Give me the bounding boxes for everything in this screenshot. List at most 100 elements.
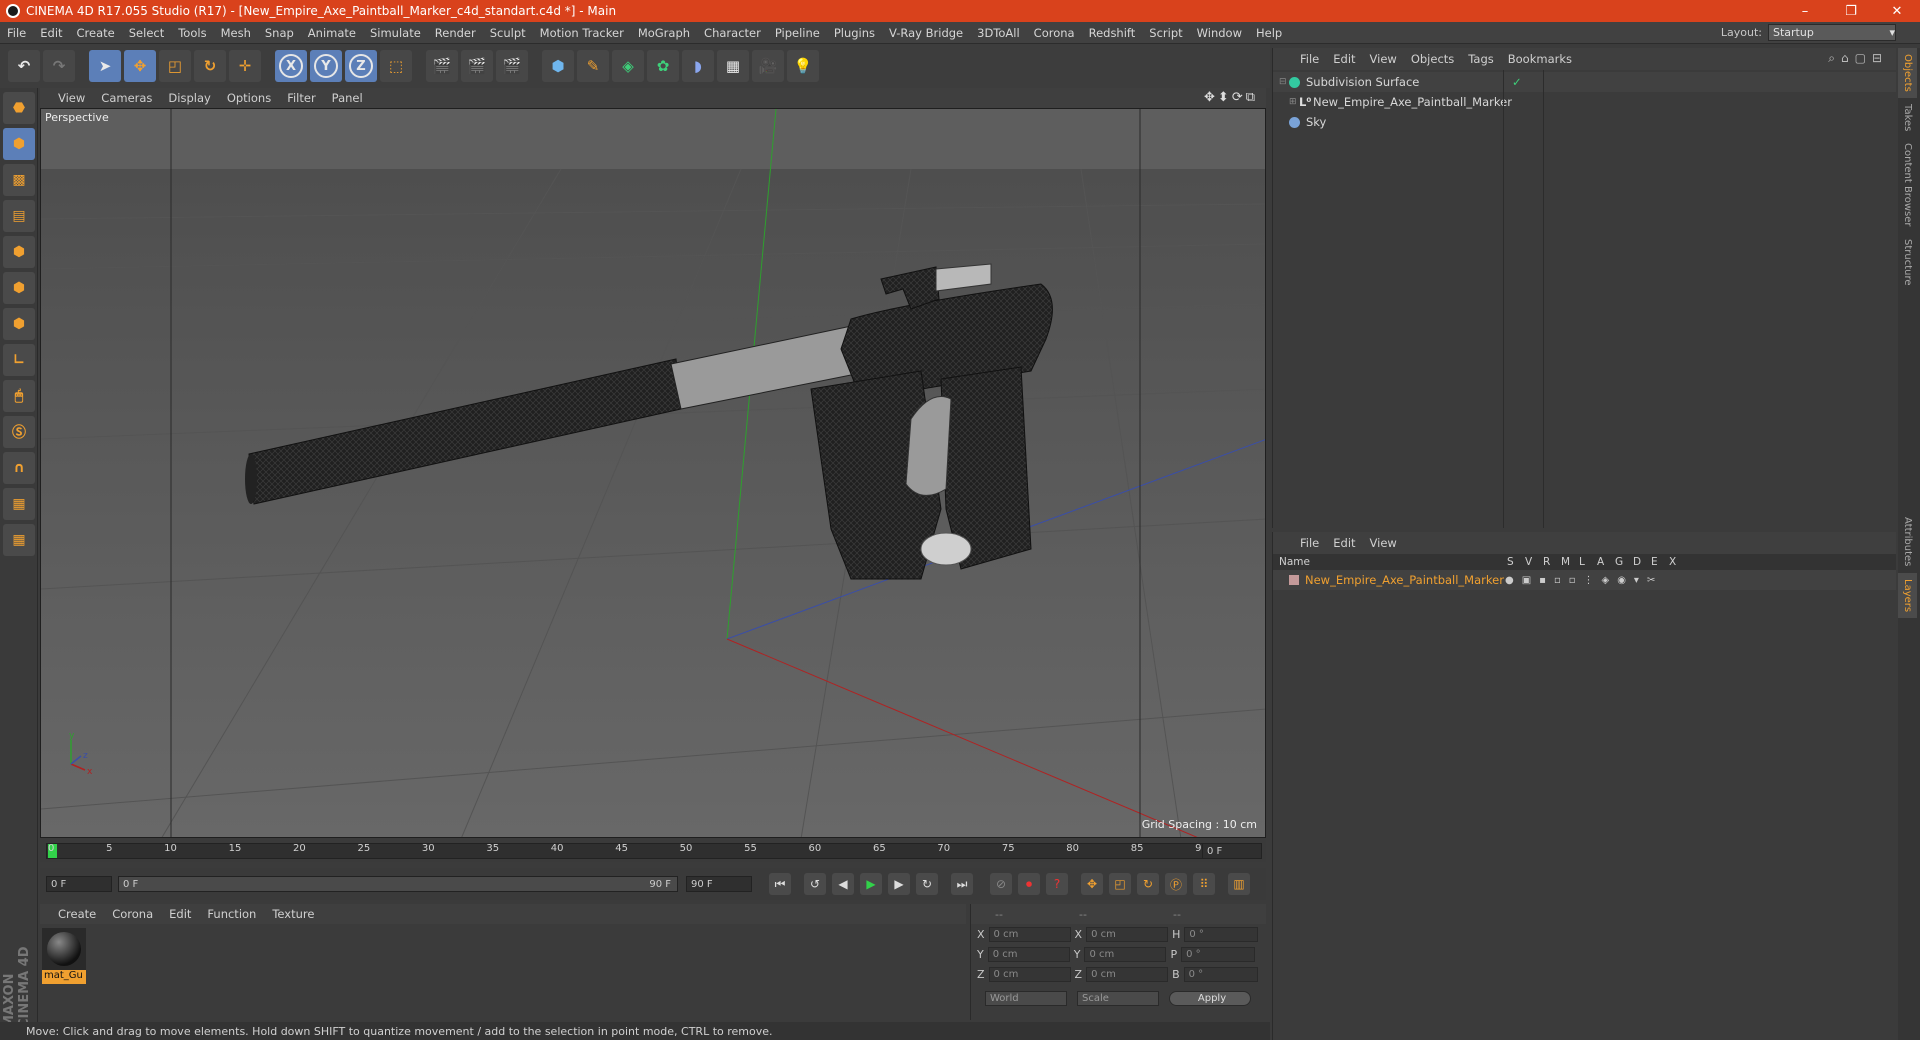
size-mode-dropdown[interactable]: Scale	[1077, 990, 1159, 1006]
objects-menu-tags[interactable]: Tags	[1461, 52, 1500, 66]
add-subdivision-button[interactable]: ◈	[612, 50, 644, 82]
render-to-picture-viewer-button[interactable]: 🎬	[461, 50, 493, 82]
menu-simulate[interactable]: Simulate	[363, 26, 428, 40]
scale-tool-button[interactable]: ◰	[159, 50, 191, 82]
render-view-button[interactable]: 🎬	[426, 50, 458, 82]
position-z-field[interactable]: 0 cm	[988, 966, 1071, 982]
record-keys-button[interactable]: ⏺	[1018, 873, 1040, 895]
menu-sculpt[interactable]: Sculpt	[483, 26, 533, 40]
objects-menu-bookmarks[interactable]: Bookmarks	[1501, 52, 1579, 66]
key-parameter-button[interactable]: Ⓟ	[1165, 873, 1187, 895]
add-camera-button[interactable]: 🎥	[752, 50, 784, 82]
model-mode-button[interactable]: ⬢	[3, 128, 35, 160]
texture-mode-button[interactable]: ▩	[3, 164, 35, 196]
close-button[interactable]: ✕	[1874, 0, 1920, 22]
menu-pipeline[interactable]: Pipeline	[768, 26, 827, 40]
menu-3dtoall[interactable]: 3DToAll	[970, 26, 1027, 40]
add-mograph-button[interactable]: ✿	[647, 50, 679, 82]
checkmark-icon[interactable]: ✓	[1512, 75, 1522, 89]
menu-character[interactable]: Character	[697, 26, 768, 40]
key-pla-button[interactable]: ⠿	[1193, 873, 1215, 895]
objects-menu-view[interactable]: View	[1363, 52, 1404, 66]
edit-render-settings-button[interactable]: 🎬	[496, 50, 528, 82]
rotate-tool-button[interactable]: ↻	[194, 50, 226, 82]
autokey-button[interactable]: ?	[1046, 873, 1068, 895]
menu-animate[interactable]: Animate	[301, 26, 363, 40]
menu-mesh[interactable]: Mesh	[214, 26, 258, 40]
position-x-field[interactable]: 0 cm	[988, 926, 1071, 942]
collapse-icon[interactable]: ⊟	[1279, 77, 1289, 87]
motion-path-button[interactable]: ⊘	[990, 873, 1012, 895]
redo-button[interactable]: ↷	[43, 50, 75, 82]
layers-menu-file[interactable]: File	[1293, 536, 1326, 550]
menu-mograph[interactable]: MoGraph	[631, 26, 697, 40]
layer-color-swatch[interactable]	[1289, 575, 1299, 585]
menu-create[interactable]: Create	[70, 26, 122, 40]
menu-tools[interactable]: Tools	[171, 26, 213, 40]
objects-menu-objects[interactable]: Objects	[1404, 52, 1461, 66]
timeline-ruler[interactable]: 0 5 10 15 20 25 30 35 40 45 50 55 60 65 …	[40, 840, 1266, 862]
viewport-menu-filter[interactable]: Filter	[279, 91, 323, 105]
next-key-button[interactable]: ↻	[916, 873, 938, 895]
menu-window[interactable]: Window	[1190, 26, 1249, 40]
menu-select[interactable]: Select	[122, 26, 171, 40]
layout-dropdown[interactable]: Startup ▾	[1768, 24, 1896, 41]
apply-button[interactable]: Apply	[1169, 990, 1251, 1006]
viewport-menu-display[interactable]: Display	[160, 91, 218, 105]
maximize-button[interactable]: ❐	[1828, 0, 1874, 22]
tab-attributes[interactable]: Attributes	[1898, 511, 1917, 572]
coordinate-system-button[interactable]: ⬚	[380, 50, 412, 82]
go-to-end-button[interactable]: ⏭	[951, 873, 973, 895]
undo-button[interactable]: ↶	[8, 50, 40, 82]
object-row-subdivision[interactable]: ⊟ Subdivision Surface ✓	[1273, 72, 1896, 92]
viewport-menu-options[interactable]: Options	[219, 91, 279, 105]
timeline-window-button[interactable]: ▥	[1228, 873, 1250, 895]
key-position-button[interactable]: ✥	[1081, 873, 1103, 895]
perspective-viewport[interactable]: y x z Perspective Grid Spacing : 10 cm	[40, 108, 1266, 838]
tab-layers[interactable]: Layers	[1898, 572, 1917, 618]
menu-snap[interactable]: Snap	[258, 26, 301, 40]
lock-workplane-button[interactable]: ▦	[3, 488, 35, 520]
menu-plugins[interactable]: Plugins	[827, 26, 882, 40]
menu-script[interactable]: Script	[1142, 26, 1189, 40]
object-row-sky[interactable]: Sky	[1273, 112, 1896, 132]
tab-objects[interactable]: Objects	[1898, 48, 1917, 98]
key-rotation-button[interactable]: ↻	[1137, 873, 1159, 895]
layers-menu-edit[interactable]: Edit	[1326, 536, 1362, 550]
menu-redshift[interactable]: Redshift	[1082, 26, 1143, 40]
viewport-menu-view[interactable]: View	[50, 91, 93, 105]
tab-content-browser[interactable]: Content Browser	[1898, 137, 1917, 232]
search-home-icons[interactable]: ⌕⌂▢⊟	[1828, 51, 1888, 66]
magnet-button[interactable]: ∩	[3, 452, 35, 484]
go-to-start-button[interactable]: ⏮	[769, 873, 791, 895]
material-menu-edit[interactable]: Edit	[161, 907, 199, 921]
add-cube-button[interactable]: ⬢	[542, 50, 574, 82]
minimize-button[interactable]: –	[1782, 0, 1828, 22]
viewport-menu-panel[interactable]: Panel	[324, 91, 371, 105]
tab-takes[interactable]: Takes	[1898, 98, 1917, 137]
end-frame-field[interactable]: 90 F	[686, 876, 752, 892]
tab-structure[interactable]: Structure	[1898, 233, 1917, 292]
frame-range-slider[interactable]: 0 F 90 F	[118, 876, 678, 892]
layer-row[interactable]: New_Empire_Axe_Paintball_Marker ●▣▪▫▫⋮◈◉…	[1273, 570, 1896, 590]
add-light-button[interactable]: 💡	[787, 50, 819, 82]
coordinate-mode-dropdown[interactable]: World	[985, 990, 1067, 1006]
objects-menu-file[interactable]: File	[1293, 52, 1326, 66]
make-editable-button[interactable]: ⬣	[3, 92, 35, 124]
expand-icon[interactable]: ⊞	[1289, 97, 1299, 107]
previous-frame-button[interactable]: ◀	[832, 873, 854, 895]
viewport-menu-cameras[interactable]: Cameras	[93, 91, 160, 105]
z-axis-button[interactable]: Z	[345, 50, 377, 82]
material-menu-function[interactable]: Function	[199, 907, 264, 921]
rotation-b-field[interactable]: 0 °	[1183, 966, 1258, 982]
previous-key-button[interactable]: ↺	[804, 873, 826, 895]
live-selection-button[interactable]: ➤	[89, 50, 121, 82]
add-spline-button[interactable]: ✎	[577, 50, 609, 82]
size-x-field[interactable]: 0 cm	[1086, 926, 1169, 942]
axis-mode-button[interactable]: ∟	[3, 344, 35, 376]
layers-menu-view[interactable]: View	[1363, 536, 1404, 550]
rotation-p-field[interactable]: 0 °	[1181, 946, 1256, 962]
material-menu-corona[interactable]: Corona	[104, 907, 161, 921]
polygons-mode-button[interactable]: ⬢	[3, 308, 35, 340]
menu-vray-bridge[interactable]: V-Ray Bridge	[882, 26, 970, 40]
